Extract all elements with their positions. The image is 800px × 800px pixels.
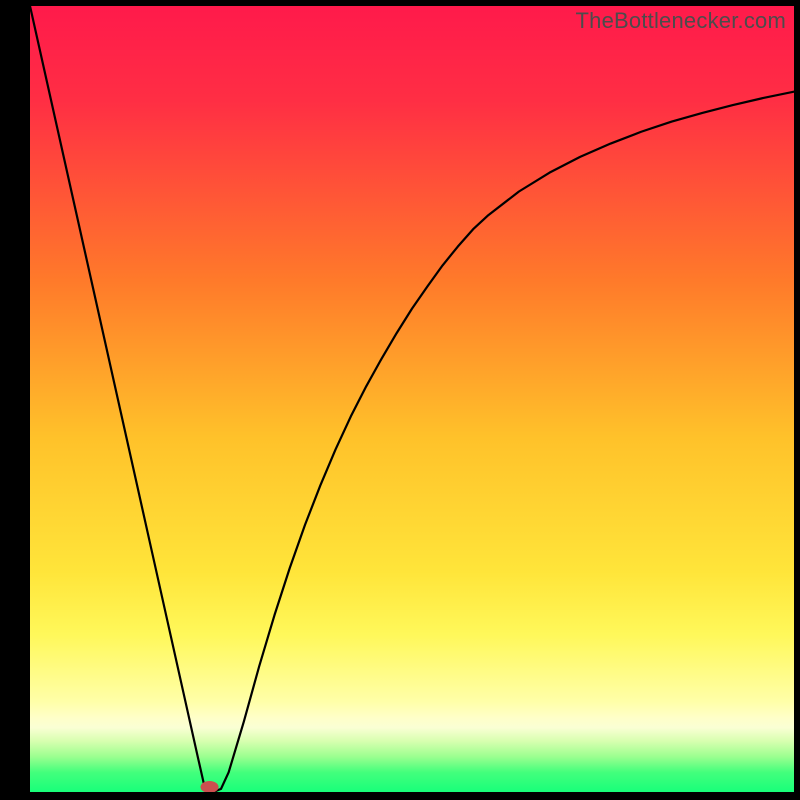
gradient-background <box>30 6 794 792</box>
chart-frame: TheBottlenecker.com <box>30 6 794 792</box>
watermark-text: TheBottlenecker.com <box>576 8 786 34</box>
bottleneck-chart <box>30 6 794 792</box>
